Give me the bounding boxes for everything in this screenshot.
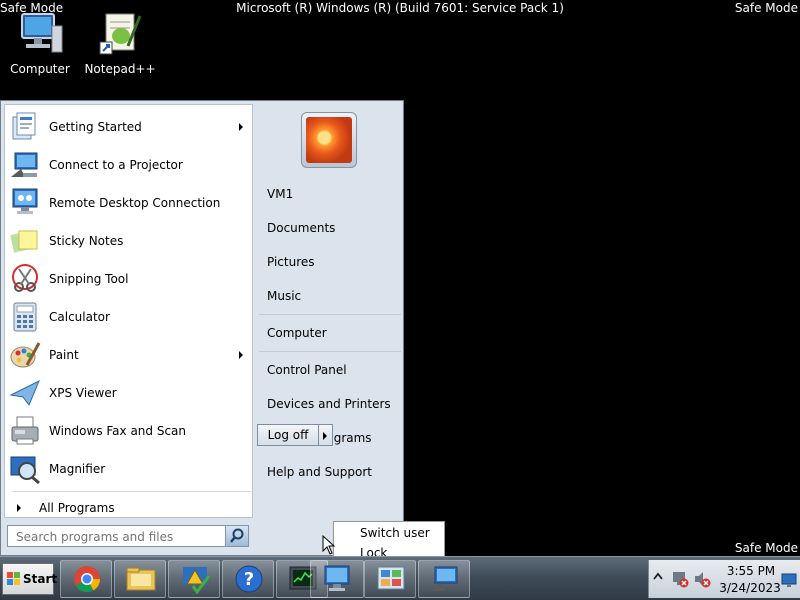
svg-text:?: ? [244,569,254,590]
places-separator [259,351,401,352]
place-item-music[interactable]: Music [267,285,301,307]
start-label: Start [23,572,58,586]
program-label: Connect to a Projector [49,158,183,172]
program-item-sticky-notes[interactable]: Sticky Notes [9,223,249,259]
taskbar: Start ? 3:55 PM 3/24/2023 [0,556,800,600]
program-label: Paint [49,348,79,362]
notepadpp-icon [96,10,144,58]
place-item-pictures[interactable]: Pictures [267,251,315,273]
all-programs-arrow-icon [17,504,21,512]
calculator-icon [9,301,41,333]
start-menu-places-pane: VM1 Documents Pictures Music Computer Co… [255,104,402,518]
sticky-notes-icon [9,225,41,257]
safe-mode-label-bottom-right: Safe Mode [734,541,798,555]
place-item-help-support[interactable]: Help and Support [267,461,372,483]
menu-item-switch-user[interactable]: Switch user [360,523,430,543]
program-item-connect-projector[interactable]: Connect to a Projector [9,147,249,183]
desktop-icon-label: Notepad++ [84,62,156,76]
places-separator [259,314,401,315]
program-label: Getting Started [49,120,142,134]
program-label: Remote Desktop Connection [49,196,221,210]
programs-separator [11,491,251,492]
chrome-icon [74,566,101,593]
explorer-icon [126,567,156,591]
chevron-up-icon [653,572,663,580]
volume-button[interactable] [693,570,711,591]
all-programs-button[interactable]: All Programs [11,497,251,519]
search-box[interactable] [7,525,249,547]
snipping-tool-icon [9,263,41,295]
fax-scan-icon [9,415,41,447]
notification-area: 3:55 PM 3/24/2023 [648,560,800,598]
network-status-button[interactable] [671,570,689,591]
volume-muted-icon [695,572,711,588]
paint-icon [9,339,41,371]
action-center-icon [183,567,211,594]
program-item-remote-desktop[interactable]: Remote Desktop Connection [9,185,249,221]
logoff-button[interactable]: Log off [257,424,319,446]
getting-started-icon [9,111,41,143]
computer-icon [16,10,64,58]
start-menu: Getting Started Connect to a Projector R… [0,100,404,556]
place-item-control-panel[interactable]: Control Panel [267,359,347,381]
taskbar-button-control-panel[interactable] [364,560,416,598]
program-item-fax-scan[interactable]: Windows Fax and Scan [9,413,249,449]
safe-mode-label-top-right: Safe Mode [734,1,798,15]
show-desktop-button[interactable] [781,572,797,591]
program-item-calculator[interactable]: Calculator [9,299,249,335]
remote-desktop-icon [324,565,350,591]
power-options-button[interactable] [319,424,333,446]
place-item-user[interactable]: VM1 [267,183,293,205]
submenu-arrow-icon [239,123,243,131]
search-input[interactable] [14,527,228,547]
program-item-getting-started[interactable]: Getting Started [9,109,249,145]
magnifier-icon [9,453,41,485]
program-label: Windows Fax and Scan [49,424,187,438]
projector-icon [9,149,41,181]
desktop-icon-notepadpp[interactable]: Notepad++ [80,10,160,76]
program-label: Calculator [49,310,110,324]
submenu-arrow-icon [239,351,243,359]
start-button[interactable]: Start [2,563,58,595]
taskbar-button-remote-desktop[interactable] [310,560,364,598]
taskbar-button-explorer[interactable] [114,560,166,598]
program-label: Snipping Tool [49,272,129,286]
user-picture[interactable] [301,112,357,168]
show-hidden-icons-button[interactable] [653,570,663,587]
mouse-cursor-icon [322,535,336,555]
flower-avatar-icon [306,117,352,163]
clock-date[interactable]: 3/24/2023 [719,581,781,595]
program-item-xps-viewer[interactable]: XPS Viewer [9,375,249,411]
search-button[interactable] [225,526,248,546]
desktop-icon-label: Computer [10,62,70,76]
program-label: XPS Viewer [49,386,117,400]
search-icon [230,528,244,543]
taskbar-button-help[interactable]: ? [222,560,274,598]
place-item-computer[interactable]: Computer [267,322,327,344]
place-item-documents[interactable]: Documents [267,217,335,239]
taskbar-button-action-center[interactable] [168,560,220,598]
monitor-icon [781,573,797,587]
xps-viewer-icon [9,377,41,409]
control-panel-icon [377,566,405,590]
start-menu-programs-pane: Getting Started Connect to a Projector R… [4,104,253,518]
taskbar-button-chrome[interactable] [60,560,112,598]
desktop-icon-computer[interactable]: Computer [0,10,80,76]
chevron-right-icon [323,432,327,440]
place-item-devices-printers[interactable]: Devices and Printers [267,393,391,415]
program-label: Magnifier [49,462,106,476]
all-programs-label: All Programs [39,501,115,515]
help-icon: ? [235,565,263,593]
program-label: Sticky Notes [49,234,124,248]
remote-desktop-icon [9,187,41,219]
network-disconnected-icon [673,572,689,588]
taskbar-button-projector[interactable] [418,560,470,598]
clock-time[interactable]: 3:55 PM [723,564,779,578]
program-item-snipping-tool[interactable]: Snipping Tool [9,261,249,297]
projector-icon [431,566,458,591]
windows-flag-icon [7,572,21,586]
program-item-paint[interactable]: Paint [9,337,249,373]
program-item-magnifier[interactable]: Magnifier [9,451,249,487]
